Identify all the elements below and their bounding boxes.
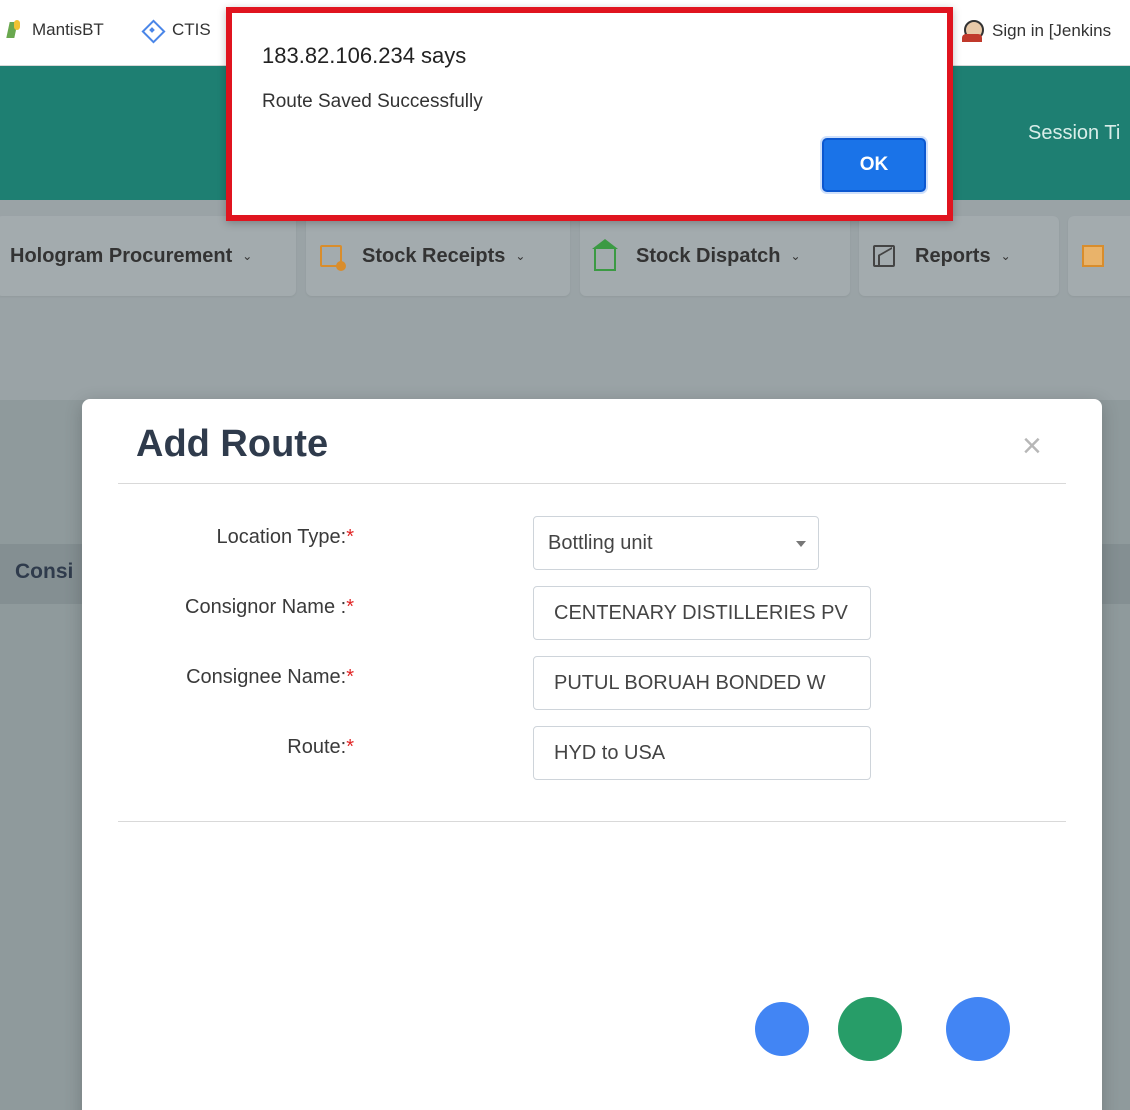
consignee-name-label-text: Consignee Name: <box>186 666 347 688</box>
browser-alert-dialog: 183.82.106.234 says Route Saved Successf… <box>226 7 953 221</box>
bookmark-mantisbt[interactable]: MantisBT <box>8 20 104 40</box>
loader-dot <box>838 997 902 1061</box>
modal-divider <box>118 483 1066 484</box>
consignee-name-label: Consignee Name:* <box>82 666 354 689</box>
route-label-text: Route: <box>287 736 347 758</box>
chevron-down-icon: ⌄ <box>790 249 801 263</box>
alert-origin: 183.82.106.234 says <box>262 43 467 68</box>
chevron-down-icon: ⌄ <box>1000 249 1011 263</box>
nav-stock-receipts-label: Stock Receipts <box>362 244 506 267</box>
nav-stock-dispatch[interactable]: Stock Dispatch ⌄ <box>580 216 850 296</box>
bookmark-ctis-label: CTIS <box>172 20 211 39</box>
consignor-name-label: Consignor Name :* <box>82 596 354 619</box>
consignee-name-value: PUTUL BORUAH BONDED W <box>554 672 826 694</box>
bookmark-jenkins[interactable]: Sign in [Jenkins <box>962 20 1111 42</box>
chevron-down-icon: ⌄ <box>242 249 253 263</box>
bookmark-jenkins-label: Sign in [Jenkins <box>992 21 1112 40</box>
box-icon <box>1082 245 1104 267</box>
required-marker: * <box>346 596 354 618</box>
warehouse-icon <box>592 239 618 271</box>
close-icon[interactable]: × <box>1022 429 1042 463</box>
modal-title: Add Route <box>136 423 329 465</box>
chart-icon <box>873 245 895 267</box>
modal-divider <box>118 821 1066 822</box>
route-field[interactable]: HYD to USA <box>533 726 871 780</box>
alert-message: Route Saved Successfully <box>262 91 483 112</box>
nav-hologram-procurement-label: Hologram Procurement <box>10 244 233 267</box>
required-marker: * <box>346 526 354 548</box>
table-header-label: Consi <box>15 560 74 583</box>
dropdown-arrow-icon <box>796 541 806 547</box>
bookmark-ctis[interactable]: CTIS <box>142 20 211 40</box>
consignor-name-value: CENTENARY DISTILLERIES PV <box>554 602 848 624</box>
consignor-name-field[interactable]: CENTENARY DISTILLERIES PV <box>533 586 871 640</box>
ok-button[interactable]: OK <box>822 138 926 192</box>
loader-dot <box>755 1002 809 1056</box>
location-type-select[interactable]: Bottling unit <box>533 516 819 570</box>
nav-reports[interactable]: Reports ⌄ <box>859 216 1059 296</box>
nav-more[interactable] <box>1068 216 1130 296</box>
nav-stock-receipts[interactable]: Stock Receipts ⌄ <box>306 216 570 296</box>
route-value: HYD to USA <box>554 742 666 764</box>
consignor-name-label-text: Consignor Name : <box>185 596 347 618</box>
jenkins-icon <box>962 20 984 42</box>
consignee-name-field[interactable]: PUTUL BORUAH BONDED W <box>533 656 871 710</box>
add-route-modal: Add Route × Location Type:* Bottling uni… <box>82 399 1102 1110</box>
mantis-icon <box>8 20 22 40</box>
required-marker: * <box>346 666 354 688</box>
nav-reports-label: Reports <box>915 244 991 267</box>
document-icon <box>320 245 346 271</box>
location-type-label-text: Location Type: <box>216 526 347 548</box>
bookmark-mantisbt-label: MantisBT <box>32 20 104 39</box>
main-nav: Hologram Procurement ⌄ Stock Receipts ⌄ … <box>0 200 1130 400</box>
chevron-down-icon: ⌄ <box>515 249 526 263</box>
location-type-value: Bottling unit <box>548 532 653 554</box>
required-marker: * <box>346 736 354 758</box>
loader-dot <box>946 997 1010 1061</box>
nav-stock-dispatch-label: Stock Dispatch <box>636 244 781 267</box>
nav-hologram-procurement[interactable]: Hologram Procurement ⌄ <box>0 216 296 296</box>
session-timer: Session Ti <box>1028 122 1121 144</box>
route-label: Route:* <box>82 736 354 759</box>
ctis-icon <box>142 20 162 40</box>
location-type-label: Location Type:* <box>82 526 354 549</box>
